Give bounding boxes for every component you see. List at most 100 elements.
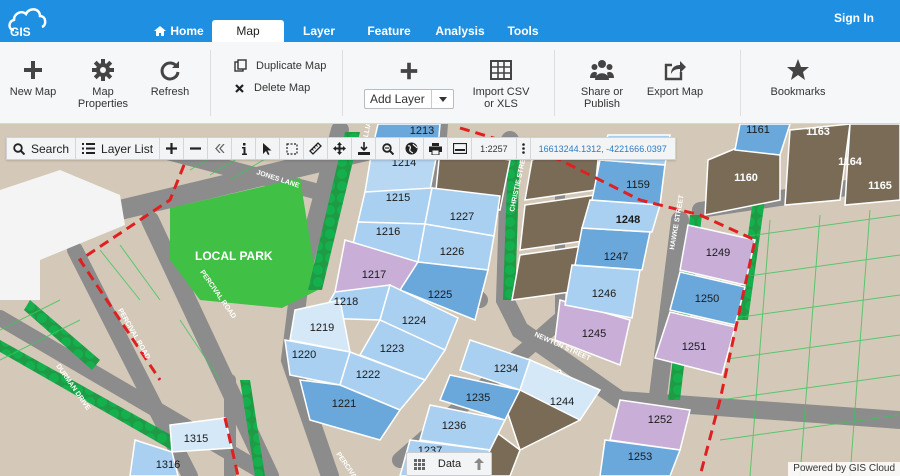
map-properties-button[interactable]: Map Properties bbox=[74, 58, 132, 110]
parcel-label: 1163 bbox=[806, 126, 830, 138]
parcel-label: 1245 bbox=[582, 328, 606, 340]
parcel-label: 1159 bbox=[626, 179, 650, 191]
chevron-down-icon[interactable] bbox=[431, 90, 453, 108]
select-pointer-button[interactable] bbox=[256, 138, 281, 159]
close-icon bbox=[235, 83, 244, 93]
parcel-label: 1235 bbox=[466, 392, 490, 404]
pan-button[interactable] bbox=[328, 138, 353, 159]
tab-map-label: Map bbox=[236, 24, 260, 38]
share-publish-label: Share or Publish bbox=[580, 86, 624, 110]
tab-feature[interactable]: Feature bbox=[354, 20, 424, 42]
ribbon-separator bbox=[740, 50, 741, 116]
data-panel-button[interactable]: Data bbox=[406, 452, 492, 476]
parcel-label: 1219 bbox=[310, 322, 334, 334]
export-icon bbox=[664, 61, 686, 81]
ribbon-separator bbox=[554, 50, 555, 116]
powered-by-label: Powered by GIS Cloud bbox=[788, 462, 900, 476]
parcel-label: 1253 bbox=[628, 451, 652, 463]
parcel-label: 1236 bbox=[442, 420, 466, 432]
zoom-in-button[interactable] bbox=[160, 138, 185, 159]
map-svg[interactable]: LOCAL PARK 1213 1214 1215 1216 1227 1226… bbox=[0, 124, 900, 476]
box-select-button[interactable] bbox=[280, 138, 305, 159]
zoom-magnifier-icon bbox=[381, 142, 394, 155]
parcel-label: 1223 bbox=[380, 343, 404, 355]
parcel-label: 1249 bbox=[706, 247, 730, 259]
export-map-label: Export Map bbox=[646, 86, 704, 98]
parcel-label: 1216 bbox=[376, 226, 400, 238]
ruler-icon bbox=[309, 142, 322, 155]
globe-icon bbox=[405, 142, 418, 155]
export-map-button[interactable]: Export Map bbox=[644, 58, 706, 98]
gis-cloud-logo[interactable]: GIS bbox=[6, 4, 50, 38]
pin-icon bbox=[357, 142, 370, 155]
parcel-label: 1161 bbox=[746, 124, 770, 136]
parcel-label: 1247 bbox=[604, 251, 628, 263]
parcel-label: 1316 bbox=[156, 459, 180, 471]
parcel-label: 1251 bbox=[682, 341, 706, 353]
park-label: LOCAL PARK bbox=[195, 249, 273, 263]
tab-layer[interactable]: Layer bbox=[284, 20, 354, 42]
map-canvas[interactable]: LOCAL PARK 1213 1214 1215 1216 1227 1226… bbox=[0, 124, 900, 476]
search-button[interactable]: Search bbox=[7, 138, 77, 159]
double-chevron-left-icon bbox=[214, 144, 225, 153]
parcel-label: 1160 bbox=[734, 172, 758, 184]
refresh-button[interactable]: Refresh bbox=[146, 58, 194, 98]
refresh-label: Refresh bbox=[150, 86, 190, 98]
table-icon bbox=[490, 60, 512, 80]
add-layer-dropdown[interactable]: Add Layer bbox=[364, 89, 454, 109]
print-button[interactable] bbox=[424, 138, 449, 159]
zoom-out-button[interactable] bbox=[184, 138, 209, 159]
more-menu-button[interactable] bbox=[517, 138, 531, 159]
sign-in-link[interactable]: Sign In bbox=[834, 11, 874, 25]
zoom-extent-button[interactable] bbox=[376, 138, 401, 159]
parcel-label: 1217 bbox=[362, 269, 386, 281]
ribbon-separator bbox=[210, 50, 211, 116]
gear-icon bbox=[92, 59, 114, 81]
ribbon-separator bbox=[342, 50, 343, 116]
tab-analysis-label: Analysis bbox=[435, 24, 485, 38]
tab-layer-label: Layer bbox=[302, 24, 336, 38]
parcel-label: 1234 bbox=[494, 363, 518, 375]
info-button[interactable] bbox=[232, 138, 257, 159]
import-csv-button[interactable]: Import CSV or XLS bbox=[468, 58, 534, 110]
delete-map-label: Delete Map bbox=[254, 82, 311, 94]
parcel-label: 1224 bbox=[402, 315, 426, 327]
add-layer-label: Add Layer bbox=[370, 92, 425, 106]
more-vertical-icon bbox=[521, 143, 525, 154]
duplicate-map-button[interactable]: Duplicate Map bbox=[234, 59, 326, 72]
tab-home[interactable]: Home bbox=[146, 20, 212, 42]
parcel-label: 1221 bbox=[332, 398, 356, 410]
add-layer-plus-icon[interactable] bbox=[398, 60, 420, 82]
tab-tools-label: Tools bbox=[507, 24, 539, 38]
delete-map-button[interactable]: Delete Map bbox=[234, 82, 310, 94]
top-bar: GIS Home Map Layer Feature Analysis Tool… bbox=[0, 0, 900, 42]
plus-icon bbox=[166, 143, 178, 154]
anchor-button[interactable] bbox=[352, 138, 377, 159]
scale-readout: 1:2257 bbox=[472, 138, 517, 159]
parcel-label: 1218 bbox=[334, 296, 358, 308]
tab-home-label: Home bbox=[170, 24, 204, 38]
parcel-label: 1315 bbox=[184, 433, 208, 445]
minus-icon bbox=[190, 147, 202, 150]
bookmarks-label: Bookmarks bbox=[770, 86, 826, 98]
tab-map[interactable]: Map bbox=[212, 20, 284, 42]
legend-button[interactable] bbox=[448, 138, 473, 159]
collapse-button[interactable] bbox=[208, 138, 233, 159]
tab-feature-label: Feature bbox=[367, 24, 411, 38]
parcel-label: 1215 bbox=[386, 192, 410, 204]
bookmarks-button[interactable]: Bookmarks bbox=[768, 58, 828, 98]
parcel-label: 1252 bbox=[648, 414, 672, 426]
measure-button[interactable] bbox=[304, 138, 329, 159]
parcel-label: 1244 bbox=[550, 396, 574, 408]
parcel-label: 1246 bbox=[592, 288, 616, 300]
card-icon bbox=[452, 143, 467, 154]
tab-tools[interactable]: Tools bbox=[496, 20, 550, 42]
arrow-up-icon bbox=[474, 458, 485, 470]
tab-analysis[interactable]: Analysis bbox=[424, 20, 496, 42]
new-map-button[interactable]: New Map bbox=[8, 58, 58, 98]
layer-list-button[interactable]: Layer List bbox=[76, 138, 161, 159]
parcel-label: 1226 bbox=[440, 246, 464, 258]
share-publish-button[interactable]: Share or Publish bbox=[576, 58, 628, 110]
parcel-label: 1250 bbox=[695, 293, 719, 305]
basemap-button[interactable] bbox=[400, 138, 425, 159]
